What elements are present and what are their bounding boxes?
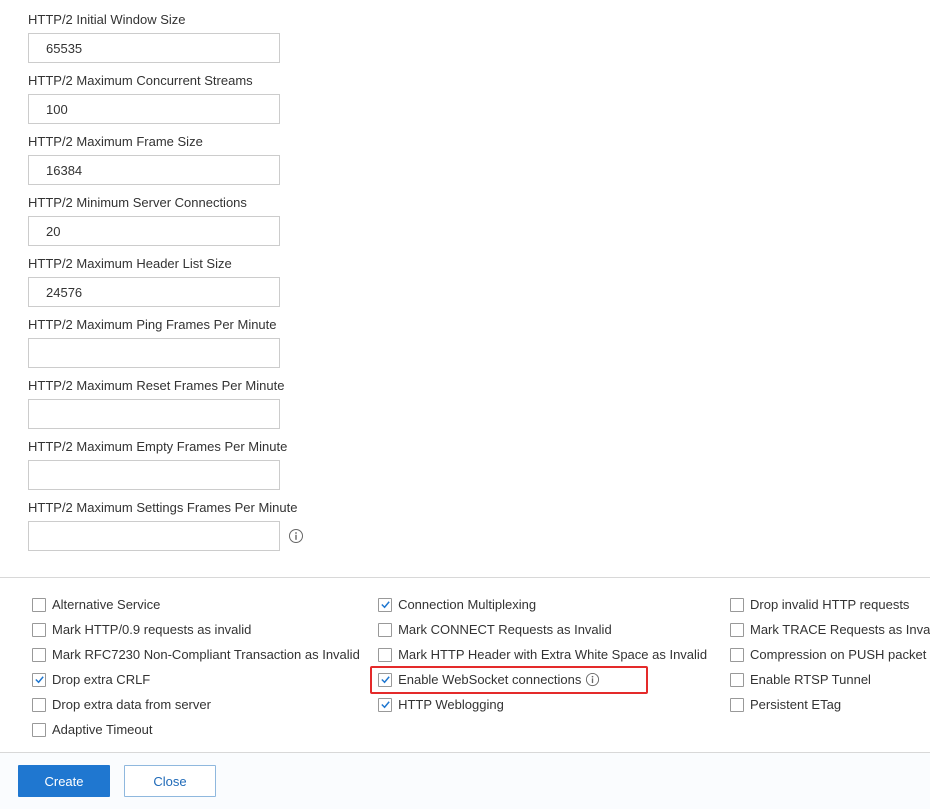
label-max-ping-frames: HTTP/2 Maximum Ping Frames Per Minute [28,317,916,332]
label-max-frame-size: HTTP/2 Maximum Frame Size [28,134,916,149]
label-enable-websocket: Enable WebSocket connections [398,672,581,687]
input-initial-window-size[interactable] [28,33,280,63]
checkbox-enable-rtsp[interactable] [730,673,744,687]
label-max-empty-frames: HTTP/2 Maximum Empty Frames Per Minute [28,439,916,454]
label-drop-extra-data: Drop extra data from server [52,697,211,712]
label-max-settings-frames: HTTP/2 Maximum Settings Frames Per Minut… [28,500,916,515]
input-max-settings-frames[interactable] [28,521,280,551]
info-icon[interactable] [288,528,304,544]
checkbox-compression-push[interactable] [730,648,744,662]
checkbox-alternative-service[interactable] [32,598,46,612]
info-icon[interactable] [585,672,600,687]
footer-bar: Create Close [0,752,930,809]
input-max-frame-size[interactable] [28,155,280,185]
input-max-empty-frames[interactable] [28,460,280,490]
http2-settings-form: HTTP/2 Initial Window Size HTTP/2 Maximu… [0,0,930,565]
checkbox-drop-invalid-http[interactable] [730,598,744,612]
checkbox-connection-multiplexing[interactable] [378,598,392,612]
close-button[interactable]: Close [124,765,216,797]
label-mark-connect-invalid: Mark CONNECT Requests as Invalid [398,622,612,637]
input-max-ping-frames[interactable] [28,338,280,368]
input-min-server-connections[interactable] [28,216,280,246]
label-initial-window-size: HTTP/2 Initial Window Size [28,12,916,27]
label-enable-rtsp: Enable RTSP Tunnel [750,672,871,687]
label-http-weblogging: HTTP Weblogging [398,697,504,712]
checkbox-enable-websocket[interactable] [378,673,392,687]
label-compression-push: Compression on PUSH packet [750,647,926,662]
checkbox-mark-extra-whitespace[interactable] [378,648,392,662]
checkbox-mark-rfc7230-invalid[interactable] [32,648,46,662]
label-max-concurrent-streams: HTTP/2 Maximum Concurrent Streams [28,73,916,88]
checkbox-drop-extra-data[interactable] [32,698,46,712]
label-max-reset-frames: HTTP/2 Maximum Reset Frames Per Minute [28,378,916,393]
checkbox-mark-connect-invalid[interactable] [378,623,392,637]
checkbox-drop-extra-crlf[interactable] [32,673,46,687]
checkbox-persistent-etag[interactable] [730,698,744,712]
options-grid: Alternative Service Mark HTTP/0.9 reques… [0,578,930,752]
label-min-server-connections: HTTP/2 Minimum Server Connections [28,195,916,210]
input-max-header-list-size[interactable] [28,277,280,307]
create-button[interactable]: Create [18,765,110,797]
input-max-concurrent-streams[interactable] [28,94,280,124]
label-max-header-list-size: HTTP/2 Maximum Header List Size [28,256,916,271]
checkbox-http-weblogging[interactable] [378,698,392,712]
checkbox-adaptive-timeout[interactable] [32,723,46,737]
checkbox-mark-http09-invalid[interactable] [32,623,46,637]
label-connection-multiplexing: Connection Multiplexing [398,597,536,612]
label-adaptive-timeout: Adaptive Timeout [52,722,152,737]
label-mark-trace-invalid: Mark TRACE Requests as Invalid [750,622,930,637]
label-alternative-service: Alternative Service [52,597,160,612]
label-mark-extra-whitespace: Mark HTTP Header with Extra White Space … [398,647,707,662]
label-mark-http09-invalid: Mark HTTP/0.9 requests as invalid [52,622,251,637]
highlight-enable-websocket: Enable WebSocket connections [370,666,648,694]
label-drop-invalid-http: Drop invalid HTTP requests [750,597,909,612]
label-persistent-etag: Persistent ETag [750,697,841,712]
label-drop-extra-crlf: Drop extra CRLF [52,672,150,687]
input-max-reset-frames[interactable] [28,399,280,429]
checkbox-mark-trace-invalid[interactable] [730,623,744,637]
label-mark-rfc7230-invalid: Mark RFC7230 Non-Compliant Transaction a… [52,647,360,662]
